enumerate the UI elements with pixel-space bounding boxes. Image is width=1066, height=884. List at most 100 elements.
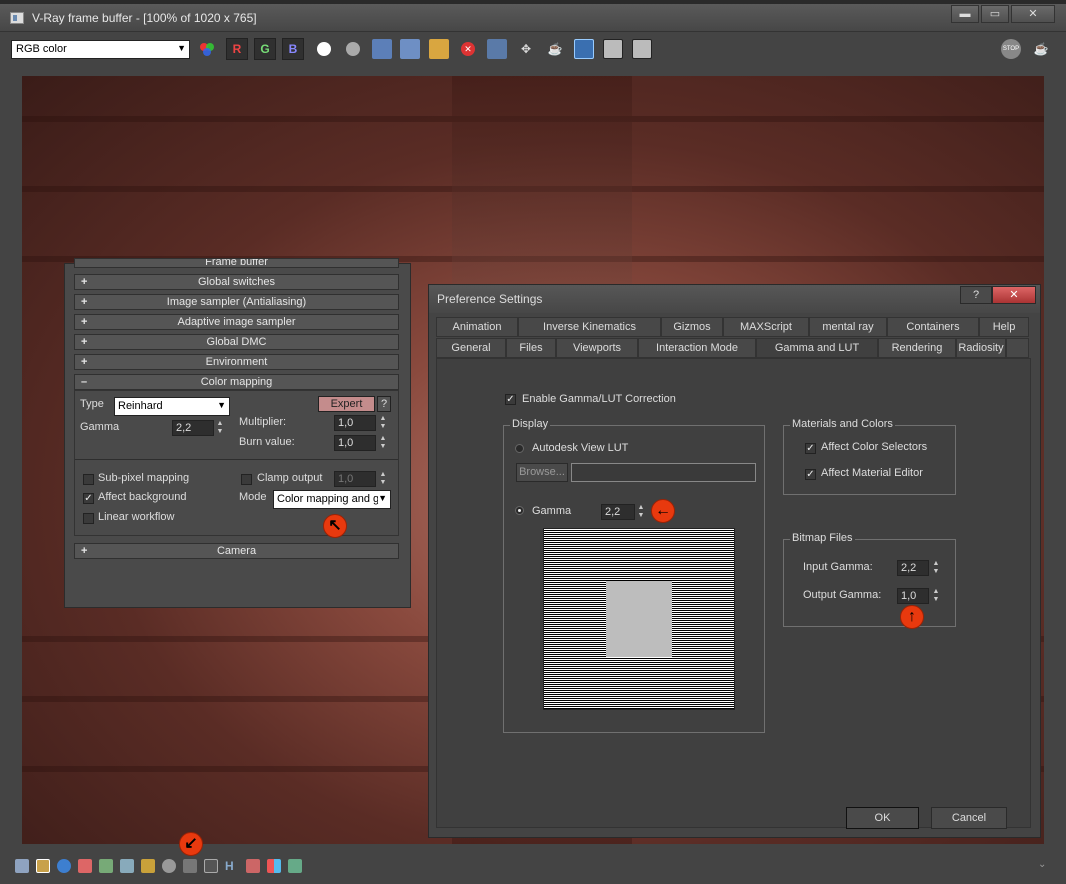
settings-icon[interactable]: [288, 859, 302, 873]
gamma-field[interactable]: 2,2: [172, 420, 214, 436]
output-gamma-spinner[interactable]: ▲ ▼: [932, 588, 940, 604]
enable-gamma-lut-checkbox[interactable]: ✓: [505, 394, 516, 405]
tab-radiosity[interactable]: Radiosity: [956, 338, 1006, 358]
blue-channel-button[interactable]: B: [282, 38, 304, 60]
info-icon[interactable]: [57, 859, 71, 873]
gamma-radio[interactable]: [515, 506, 524, 515]
input-gamma-spinner[interactable]: ▲ ▼: [932, 560, 940, 576]
cancel-button[interactable]: Cancel: [931, 807, 1007, 829]
help-button[interactable]: ?: [960, 286, 992, 304]
mode-select[interactable]: Color mapping and g ▼: [273, 490, 391, 509]
load-image-icon[interactable]: [429, 39, 449, 59]
autodesk-lut-radio[interactable]: [515, 444, 524, 453]
tab-interaction-mode[interactable]: Interaction Mode: [638, 338, 756, 358]
ok-button[interactable]: OK: [846, 807, 919, 829]
channel-select[interactable]: RGB color ▼: [11, 40, 190, 59]
history-b-icon[interactable]: [632, 39, 652, 59]
rollout-environment[interactable]: + Environment: [74, 354, 399, 370]
output-gamma-field[interactable]: 1,0: [897, 588, 929, 604]
tab-gamma-and-lut[interactable]: Gamma and LUT: [756, 338, 878, 358]
browse-button[interactable]: Browse...: [516, 463, 568, 482]
rollout-image-sampler[interactable]: + Image sampler (Antialiasing): [74, 294, 399, 310]
copy-to-max-icon[interactable]: [487, 39, 507, 59]
red-channel-button[interactable]: R: [226, 38, 248, 60]
autodesk-lut-label: Autodesk View LUT: [532, 442, 629, 454]
linear-workflow-checkbox[interactable]: [83, 513, 94, 524]
restore-button[interactable]: ▭: [981, 5, 1009, 23]
histogram-icon[interactable]: [120, 859, 134, 873]
alpha-white-icon[interactable]: [314, 39, 334, 59]
expand-icon: +: [81, 296, 88, 308]
track-mouse-icon[interactable]: ✥: [516, 39, 536, 59]
rollout-adaptive-image-sampler[interactable]: + Adaptive image sampler: [74, 314, 399, 330]
tab-files[interactable]: Files: [506, 338, 556, 358]
tab-general[interactable]: General: [436, 338, 506, 358]
display-gamma-spinner[interactable]: ▲ ▼: [637, 504, 645, 520]
multiplier-spinner[interactable]: ▲ ▼: [379, 415, 387, 431]
save-image-icon[interactable]: [372, 39, 392, 59]
tab-viewports[interactable]: Viewports: [556, 338, 638, 358]
save-all-icon[interactable]: [400, 39, 420, 59]
clear-image-icon[interactable]: ✕: [458, 39, 478, 59]
affect-material-editor-label: Affect Material Editor: [821, 467, 923, 479]
affect-background-checkbox[interactable]: ✓: [83, 493, 94, 504]
mono-gray-icon[interactable]: [343, 39, 363, 59]
compare-ab-icon[interactable]: [574, 39, 594, 59]
history-a-icon[interactable]: [603, 39, 623, 59]
expand-icon: +: [81, 336, 88, 348]
color-channels-icon[interactable]: [197, 39, 217, 59]
chevron-down-icon[interactable]: ⌄: [1038, 859, 1046, 870]
minimize-button[interactable]: ▬: [951, 5, 979, 23]
rollout-global-switches[interactable]: + Global switches: [74, 274, 399, 290]
curve-icon[interactable]: [183, 859, 197, 873]
help-button[interactable]: ?: [377, 396, 391, 412]
close-button[interactable]: ✕: [1011, 5, 1055, 23]
gamma-spinner[interactable]: ▲ ▼: [216, 420, 224, 436]
tab-animation[interactable]: Animation: [436, 317, 518, 337]
multiplier-field[interactable]: 1,0: [334, 415, 376, 431]
tab-mental-ray[interactable]: mental ray: [809, 317, 887, 337]
input-gamma-field[interactable]: 2,2: [897, 560, 929, 576]
affect-material-editor-checkbox[interactable]: ✓: [805, 469, 816, 480]
h-icon[interactable]: H: [225, 859, 239, 873]
rollout-color-mapping[interactable]: – Color mapping: [74, 374, 399, 390]
compare-icon[interactable]: [267, 859, 281, 873]
expert-button[interactable]: Expert: [318, 396, 375, 412]
clamp-output-checkbox[interactable]: [241, 474, 252, 485]
tab-inverse-kinematics[interactable]: Inverse Kinematics: [518, 317, 661, 337]
rollout-camera[interactable]: + Camera: [74, 543, 399, 559]
lut-path-field[interactable]: [571, 463, 756, 482]
rollout-frame-buffer[interactable]: Frame buffer: [74, 258, 399, 268]
lut-icon[interactable]: [204, 859, 218, 873]
green-channel-button[interactable]: G: [254, 38, 276, 60]
display-group: Display Autodesk View LUT Browse... Gamm…: [503, 418, 765, 733]
render-teapot-icon[interactable]: ☕: [545, 39, 565, 59]
tab-help[interactable]: Help: [979, 317, 1029, 337]
clamp-level-spinner[interactable]: ▲ ▼: [379, 471, 387, 487]
type-select[interactable]: Reinhard ▼: [114, 397, 230, 416]
folder-icon[interactable]: [15, 859, 29, 873]
tab-rendering[interactable]: Rendering: [878, 338, 956, 358]
color-wheel-icon[interactable]: [162, 859, 176, 873]
burn-value-field[interactable]: 1,0: [334, 435, 376, 451]
close-button[interactable]: ✕: [992, 286, 1036, 304]
affect-color-selectors-checkbox[interactable]: ✓: [805, 443, 816, 454]
levels-icon[interactable]: [246, 859, 260, 873]
tab-gizmos[interactable]: Gizmos: [661, 317, 723, 337]
lab-icon[interactable]: [99, 859, 113, 873]
stop-icon[interactable]: STOP: [1001, 39, 1021, 59]
subpixel-label: Sub-pixel mapping: [98, 472, 190, 484]
rollout-global-dmc[interactable]: + Global DMC: [74, 334, 399, 350]
display-gamma-field[interactable]: 2,2: [601, 504, 635, 520]
color-correction-icon[interactable]: [141, 859, 155, 873]
subpixel-checkbox[interactable]: [83, 474, 94, 485]
clamp-level-field[interactable]: 1,0: [334, 471, 376, 487]
title-bar: V-Ray frame buffer - [100% of 1020 x 765…: [0, 4, 1066, 32]
tab-containers[interactable]: Containers: [887, 317, 979, 337]
tab-maxscript[interactable]: MAXScript: [723, 317, 809, 337]
burn-value-spinner[interactable]: ▲ ▼: [379, 435, 387, 451]
render-icon[interactable]: ☕: [1031, 39, 1051, 59]
rgb-icon[interactable]: [78, 859, 92, 873]
save-icon[interactable]: [36, 859, 50, 873]
materials-colors-group: Materials and Colors ✓ Affect Color Sele…: [783, 418, 956, 495]
